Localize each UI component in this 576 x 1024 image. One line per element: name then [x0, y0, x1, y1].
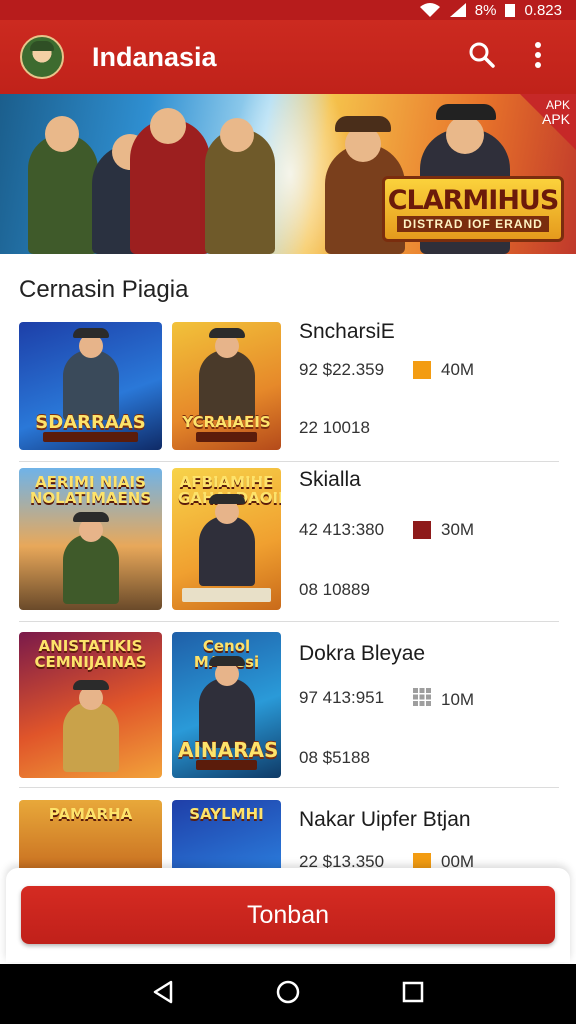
- list-item[interactable]: SDARRAAS YCRAIAEIS SncharsiE 92 $22.359 …: [19, 312, 559, 462]
- system-nav-bar: [0, 964, 576, 1024]
- game-stat: 97 413:951: [299, 688, 385, 707]
- game-size: 10M: [441, 689, 475, 709]
- primary-action-button[interactable]: Tonban: [21, 886, 555, 944]
- more-options-button[interactable]: [516, 35, 560, 79]
- game-stat: 08 10889: [299, 580, 370, 599]
- wifi-icon: [419, 2, 441, 18]
- back-button[interactable]: [139, 970, 187, 1018]
- game-thumbnail[interactable]: AERIMI NIAIS NOLATIMAENS: [19, 468, 162, 610]
- apk-badge: APK APK: [541, 98, 570, 127]
- list-item[interactable]: ANISTATIKIS CEMNIJAINAS Cenol MAIsesi AI…: [19, 622, 559, 788]
- bottom-action-bar: Tonban: [6, 868, 570, 962]
- recents-button[interactable]: [389, 970, 437, 1018]
- signal-icon: [449, 2, 467, 18]
- game-name: Skialla: [299, 468, 361, 491]
- game-thumbnail[interactable]: Cenol MAIsesi AINARAS: [172, 632, 281, 778]
- grid-icon: [413, 688, 431, 711]
- list-item[interactable]: AERIMI NIAIS NOLATIMAENS AFBIAMIHE GAHAL…: [19, 460, 559, 622]
- game-stat: 22 10018: [299, 418, 370, 437]
- game-thumbnail[interactable]: YCRAIAEIS: [172, 322, 281, 450]
- app-bar: Indanasia: [0, 20, 576, 94]
- game-size: 30M: [441, 520, 475, 539]
- game-name: SncharsiE: [299, 320, 395, 343]
- game-stat: 08 $5188: [299, 748, 370, 767]
- game-stat: 92 $22.359: [299, 360, 385, 379]
- home-icon: [275, 979, 301, 1010]
- game-thumbnail[interactable]: ANISTATIKIS CEMNIJAINAS: [19, 632, 162, 778]
- search-icon: [468, 41, 496, 74]
- game-size: 40M: [441, 360, 475, 379]
- clock: 0.823: [524, 1, 562, 19]
- banner-figure: [28, 134, 98, 254]
- avatar[interactable]: [20, 35, 64, 79]
- back-icon: [152, 980, 174, 1009]
- home-button[interactable]: [264, 970, 312, 1018]
- more-vert-icon: [534, 41, 542, 74]
- game-name: Nakar Uipfer Btjan: [299, 808, 471, 831]
- game-stat: 42 413:380: [299, 520, 385, 539]
- game-name: Dokra Bleyae: [299, 642, 426, 665]
- size-icon: [413, 361, 431, 379]
- size-icon: [413, 521, 431, 539]
- game-list-section: Cernasin Piagia SDARRAAS YCRAIAEIS Sncha…: [0, 254, 576, 964]
- recents-icon: [402, 981, 424, 1008]
- game-thumbnail[interactable]: AFBIAMIHE GAHALDAOIIS: [172, 468, 281, 610]
- search-button[interactable]: [460, 35, 504, 79]
- game-thumbnail[interactable]: SDARRAAS: [19, 322, 162, 450]
- battery-percent: 8%: [474, 1, 497, 19]
- section-title: Cernasin Piagia: [19, 276, 189, 303]
- status-bar: 8% 0.823: [0, 0, 576, 20]
- battery-icon: [504, 2, 516, 18]
- app-title: Indanasia: [92, 41, 217, 72]
- banner-logo: CLARMIHUS DISTRAD IOF ERAND: [382, 176, 564, 242]
